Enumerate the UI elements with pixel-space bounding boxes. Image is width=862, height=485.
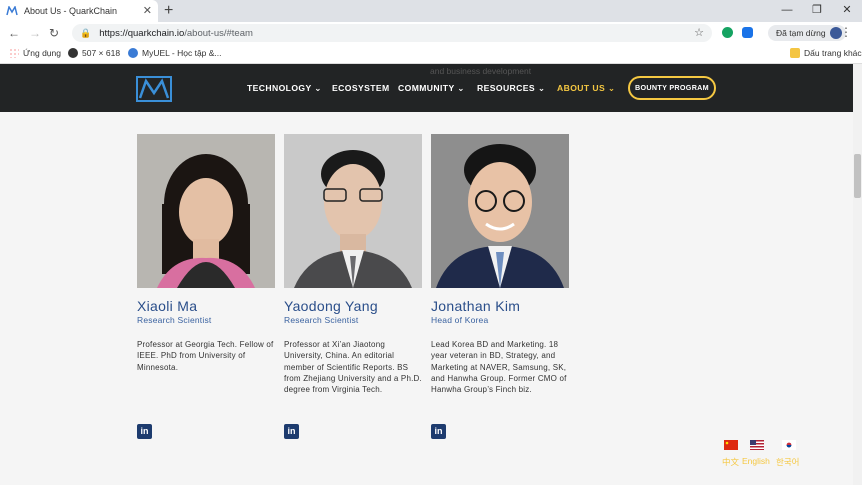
bookmark-label: Ứng dụng — [23, 48, 61, 58]
linkedin-icon[interactable]: in — [137, 424, 152, 439]
portrait-photo — [431, 134, 569, 288]
member-role: Research Scientist — [137, 315, 212, 325]
member-bio: Lead Korea BD and Marketing. 18 year vet… — [431, 340, 567, 395]
tab-close-icon[interactable]: ✕ — [143, 4, 152, 17]
lock-icon: 🔒 — [80, 27, 92, 38]
lang-english[interactable]: English — [742, 456, 770, 466]
bookmark-size[interactable]: 507 × 618 — [68, 48, 120, 58]
member-name: Xiaoli Ma — [137, 298, 198, 314]
team-card: Jonathan Kim Head of Korea Lead Korea BD… — [431, 134, 569, 395]
profile-button[interactable]: Đã tạm dừng — [768, 25, 846, 41]
member-name: Jonathan Kim — [431, 298, 521, 314]
scrollbar-thumb[interactable] — [854, 154, 861, 198]
browser-menu-icon[interactable]: ⋮ — [840, 25, 852, 39]
forward-icon[interactable]: → — [29, 26, 41, 40]
grammarly-extension-icon[interactable] — [722, 27, 733, 38]
nav-community[interactable]: COMMUNITY ⌄ — [398, 83, 465, 94]
bookmark-label: MyUEL - Học tập &... — [142, 48, 222, 58]
tab-title: About Us - QuarkChain — [24, 6, 118, 16]
team-card: Xiaoli Ma Research Scientist Professor a… — [137, 134, 275, 373]
address-bar-row: ← → ↻ 🔒 https://quarkchain.io/about-us/#… — [0, 22, 862, 44]
member-role: Head of Korea — [431, 315, 489, 325]
bookmark-apps[interactable]: Ứng dụng — [9, 48, 61, 58]
linkedin-icon[interactable]: in — [284, 424, 299, 439]
member-role: Research Scientist — [284, 315, 359, 325]
new-tab-icon[interactable]: + — [164, 2, 173, 20]
url-path: /about-us/#team — [184, 27, 253, 39]
folder-icon — [790, 48, 800, 58]
portrait-photo — [284, 134, 422, 288]
team-card: Yaodong Yang Research Scientist Professo… — [284, 134, 422, 395]
overlapped-text: and business development — [430, 66, 532, 76]
linkedin-icon[interactable]: in — [431, 424, 446, 439]
page-scrollbar[interactable] — [853, 64, 862, 485]
window-controls: — ❐ ✕ — [772, 0, 862, 22]
download-extension-icon[interactable] — [742, 27, 753, 38]
site-header: and business development TECHNOLOGY ⌄ EC… — [0, 64, 862, 112]
lang-chinese[interactable]: 中文 — [722, 456, 739, 468]
globe-icon — [68, 48, 78, 58]
browser-tab[interactable]: About Us - QuarkChain ✕ — [0, 0, 158, 22]
reload-icon[interactable]: ↻ — [49, 26, 59, 40]
browser-tabbar: About Us - QuarkChain ✕ + — ❐ ✕ — [0, 0, 862, 22]
quarkchain-favicon — [6, 6, 18, 16]
restore-icon[interactable]: ❐ — [802, 0, 832, 22]
portrait-photo — [137, 134, 275, 288]
member-bio: Professor at Xi’an Jiaotong University, … — [284, 340, 422, 395]
bookmark-star-icon[interactable]: ☆ — [694, 26, 704, 39]
minimize-icon[interactable]: — — [772, 0, 802, 22]
nav-about-us[interactable]: ABOUT US ⌄ — [557, 83, 615, 94]
kr-flag-icon[interactable] — [782, 440, 796, 450]
url-field[interactable]: 🔒 https://quarkchain.io/about-us/#team ☆ — [72, 24, 712, 42]
bookmark-label: Dấu trang khác — [804, 48, 862, 58]
bounty-program-button[interactable]: BOUNTY PROGRAM — [628, 76, 716, 100]
nav-technology[interactable]: TECHNOLOGY ⌄ — [247, 83, 322, 94]
profile-label: Đã tạm dừng — [776, 28, 826, 38]
member-bio: Professor at Georgia Tech. Fellow of IEE… — [137, 340, 274, 372]
nav-ecosystem[interactable]: ECOSYSTEM — [332, 83, 390, 93]
apps-grid-icon — [9, 48, 19, 58]
nav-resources[interactable]: RESOURCES ⌄ — [477, 83, 545, 94]
us-flag-icon[interactable] — [750, 440, 764, 450]
bookmark-myuel[interactable]: MyUEL - Học tập &... — [128, 48, 222, 58]
bookmark-label: 507 × 618 — [82, 48, 121, 58]
quarkchain-logo[interactable] — [136, 76, 172, 102]
cn-flag-icon[interactable] — [724, 440, 738, 450]
window-close-icon[interactable]: ✕ — [832, 0, 862, 22]
member-name: Yaodong Yang — [284, 298, 378, 314]
bookmarks-bar: Ứng dụng 507 × 618 MyUEL - Học tập &... … — [0, 44, 862, 64]
url-host: https://quarkchain.io — [99, 27, 185, 39]
myuel-icon — [128, 48, 138, 58]
back-icon[interactable]: ← — [8, 26, 20, 40]
bookmark-other[interactable]: Dấu trang khác — [790, 48, 862, 58]
lang-korean[interactable]: 한국어 — [776, 456, 799, 468]
